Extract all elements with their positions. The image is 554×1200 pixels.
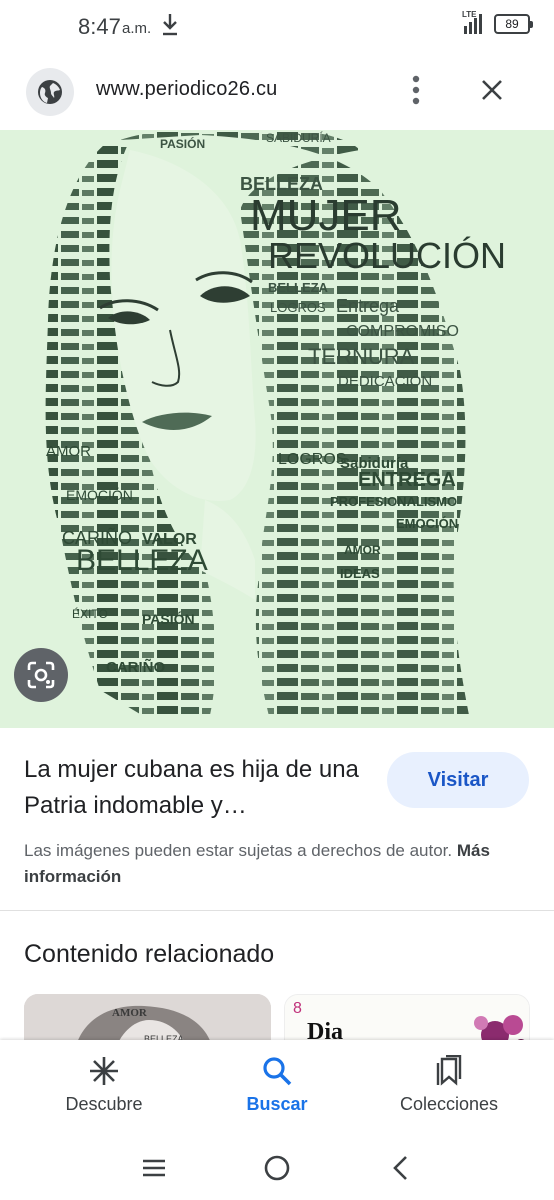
status-ampm: a.m. — [122, 20, 152, 37]
word-entrega-caps: ENTREGA — [358, 469, 456, 491]
thumb2-number: 8 — [293, 1000, 302, 1017]
nav-collections-label: Colecciones — [399, 1094, 499, 1114]
word-belleza-mid: BELLEZA — [268, 280, 329, 295]
word-compromiso: COMPROMISO — [346, 323, 459, 340]
word-belleza-big: BELLEZA — [76, 544, 208, 577]
word-mujer: MUJER — [250, 191, 402, 240]
nav-discover[interactable]: Descubre — [29, 1054, 179, 1115]
visit-button[interactable]: Visitar — [387, 752, 529, 808]
word-amor-2: AMOR — [344, 543, 381, 557]
typographic-portrait: MUJER REVOLUCIÓN BELLEZA BELLEZA LOGROS … — [0, 130, 554, 728]
bottom-navigation: Descubre Buscar Colecciones — [0, 1040, 554, 1134]
word-revolucion: REVOLUCIÓN — [268, 235, 506, 276]
main-image[interactable]: MUJER REVOLUCIÓN BELLEZA BELLEZA LOGROS … — [0, 130, 554, 728]
home-icon[interactable] — [257, 1148, 297, 1188]
word-amor: AMOR — [46, 443, 91, 460]
word-pasion: PASIÓN — [142, 610, 195, 627]
word-sabiduria-top: SABIDURÍA — [266, 130, 331, 145]
word-entrega: Entrega — [336, 296, 400, 316]
copyright-notice: Las imágenes pueden estar sujetas a dere… — [24, 838, 534, 890]
globe-icon[interactable] — [26, 68, 74, 116]
nav-discover-label: Descubre — [65, 1094, 143, 1114]
divider — [0, 910, 554, 911]
word-emocion-2: EMOCIÓN — [396, 516, 458, 531]
back-icon[interactable] — [380, 1148, 420, 1188]
status-bar: 8:47 a.m. LTE 89 — [0, 0, 554, 52]
bookmarks-icon — [374, 1054, 524, 1088]
nav-search-label: Buscar — [246, 1094, 308, 1114]
word-ideas: IDEAS — [340, 566, 380, 581]
related-title: Contenido relacionado — [24, 940, 275, 968]
recents-icon[interactable] — [134, 1148, 174, 1188]
page-header: www.periodico26.cu — [0, 52, 554, 130]
signal-icon: LTE — [462, 10, 490, 36]
nav-search[interactable]: Buscar — [202, 1054, 352, 1115]
download-icon — [160, 12, 180, 38]
word-emocion: EMOCIÓN — [66, 487, 133, 503]
word-belleza-top: BELLEZA — [240, 174, 323, 194]
word-profesionalismo: PROFESIONALISMO — [330, 494, 457, 509]
word-carino-low: CARIÑO — [106, 658, 165, 676]
word-exito: ÉXITO — [72, 606, 108, 621]
close-icon[interactable] — [474, 72, 510, 108]
lens-icon[interactable] — [14, 648, 68, 702]
word-pasion-top: PASIÓN — [160, 136, 205, 151]
result-title[interactable]: La mujer cubana es hija de una Patria in… — [24, 752, 374, 824]
asterisk-icon — [29, 1054, 179, 1088]
more-vert-icon[interactable] — [400, 72, 432, 108]
site-url[interactable]: www.periodico26.cu — [96, 78, 277, 101]
status-time: 8:47 — [78, 14, 121, 39]
nav-collections[interactable]: Colecciones — [374, 1054, 524, 1115]
search-icon — [202, 1054, 352, 1088]
word-dedicacion: DEDICACIÓN — [338, 373, 432, 390]
system-navigation — [0, 1134, 554, 1200]
word-logros-2: LOGROS — [278, 451, 346, 468]
battery-icon: 89 — [494, 14, 533, 34]
copyright-text: Las imágenes pueden estar sujetas a dere… — [24, 841, 453, 860]
word-ternura: TERNURA — [308, 344, 415, 369]
word-logros: LOGROS — [270, 300, 326, 315]
thumb1-word-amor: AMOR — [112, 1007, 148, 1019]
